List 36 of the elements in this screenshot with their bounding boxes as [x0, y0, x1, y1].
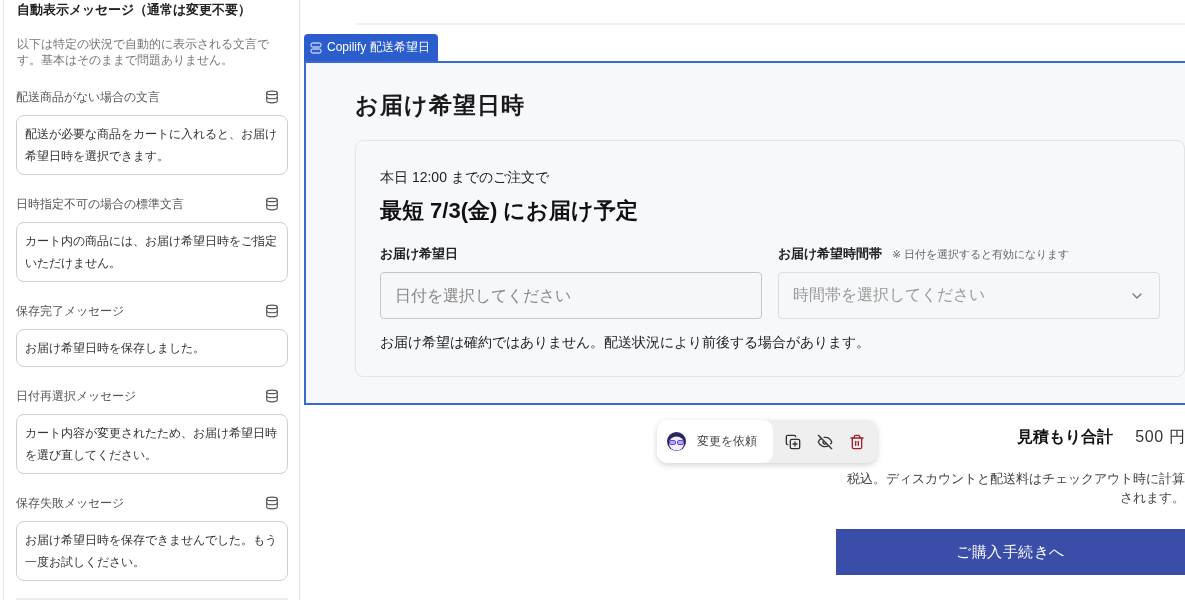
message-field[interactable]: カート内の商品には、お届け希望日時をご指定いただけません。 [16, 222, 288, 282]
delivery-note: お届け希望は確約ではありません。配送状況により前後する場合があります。 [380, 333, 871, 352]
database-icon[interactable] [265, 496, 279, 510]
block-tab[interactable]: Copilify 配送希望日 [304, 34, 438, 61]
field-label: お届け希望時間帯 [778, 245, 882, 263]
field-label: お届け希望日 [380, 245, 458, 263]
database-icon[interactable] [265, 197, 279, 211]
delivery-heading: お届け希望日時 [355, 91, 526, 120]
date-input-field[interactable]: 日付を選択してください [380, 272, 762, 319]
section-title: 自動表示メッセージ（通常は変更不要） [16, 1, 252, 19]
eye-off-icon [817, 433, 833, 450]
section-description: 以下は特定の状況で自動的に表示される文言です。基本はそのままで問題ありません。 [17, 36, 270, 68]
copy-plus-icon [785, 433, 801, 450]
avatar-icon [667, 432, 686, 451]
request-change-button[interactable]: 変更を依頼 [657, 420, 773, 463]
field-hint: ※ 日付を選択すると有効になります [892, 247, 1070, 262]
message-field[interactable]: カート内容が変更されたため、お届け希望日時を選び直してください。 [16, 414, 288, 474]
field-label: 配送商品がない場合の文言 [16, 88, 160, 106]
field-label: 保存失敗メッセージ [16, 494, 124, 512]
field-label: 日時指定不可の場合の標準文言 [16, 195, 184, 213]
database-icon[interactable] [265, 304, 279, 318]
message-field[interactable]: 配送が必要な商品をカートに入れると、お届け希望日時を選択できます。 [16, 115, 288, 175]
message-field[interactable]: お届け希望日時を保存できませんでした。もう一度お試しください。 [16, 521, 288, 581]
checkout-button[interactable]: ご購入手続きへ [836, 529, 1185, 575]
database-icon[interactable] [265, 90, 279, 104]
field-label: 日付再選択メッセージ [16, 387, 136, 405]
stacked-rows-icon [310, 41, 322, 54]
total-label: 見積もり合計 [1017, 426, 1114, 447]
earliest-delivery-text: 最短 7/3(金) にお届け予定 [380, 197, 640, 225]
cutoff-text: 本日 12:00 までのご注文で [380, 168, 550, 187]
trash-icon [849, 433, 865, 450]
field-label: 保存完了メッセージ [16, 302, 124, 320]
database-icon[interactable] [265, 389, 279, 403]
tax-note: 税込。ディスカウントと配送料はチェックアウト時に計算されます。 [846, 470, 1185, 507]
total-value: 500 円 [1135, 426, 1185, 447]
message-field[interactable]: お届け希望日時を保存しました。 [16, 329, 288, 367]
